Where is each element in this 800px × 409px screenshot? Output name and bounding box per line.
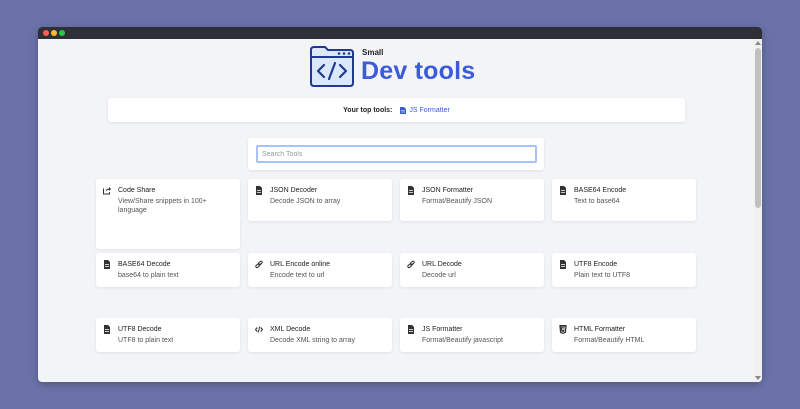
code-window-icon [310, 46, 354, 87]
tool-card-code-share[interactable]: Code Share View/Share snippets in 100+ l… [96, 179, 240, 249]
tool-description: Text to base64 [574, 198, 620, 205]
tool-card-js-formatter[interactable]: JS Formatter Format/Beautify javascript [400, 318, 544, 352]
tool-card-base64-decode[interactable]: BASE64 Decode base64 to plain text [96, 253, 240, 287]
close-window-button[interactable] [43, 30, 49, 36]
tool-card-utf8-encode[interactable]: UTF8 Encode Plain text to UTF8 [552, 253, 696, 287]
tool-description: Format/Beautify HTML [574, 337, 645, 344]
tool-card-url-decode[interactable]: URL Decode Decode url [400, 253, 544, 287]
maximize-window-button[interactable] [59, 30, 65, 36]
logo-title: Dev tools [361, 57, 476, 85]
tool-description: UTF8 to plain text [118, 337, 174, 344]
tool-title: BASE64 Decode [118, 261, 171, 268]
tool-card-utf8-decode[interactable]: UTF8 Decode UTF8 to plain text [96, 318, 240, 352]
tool-card-url-encode[interactable]: URL Encode online Encode text to url [248, 253, 392, 287]
file-icon [104, 325, 110, 334]
minimize-window-button[interactable] [51, 30, 57, 36]
top-tools-label: Your top tools: [343, 106, 393, 114]
app-logo[interactable]: Small Dev tools [309, 45, 489, 89]
top-tools-bar: Your top tools: JS Formatter [108, 98, 685, 122]
tool-card-base64-encode[interactable]: BASE64 Encode Text to base64 [552, 179, 696, 221]
tool-title: BASE64 Encode [574, 187, 627, 194]
tool-title: Code Share [118, 187, 156, 194]
top-tool-link-js-formatter[interactable]: JS Formatter [400, 106, 450, 114]
search-input[interactable] [256, 145, 537, 163]
tool-description: Decode JSON to array [270, 198, 341, 205]
link-icon [255, 260, 263, 269]
tool-card-html-formatter[interactable]: HTML Formatter Format/Beautify HTML [552, 318, 696, 352]
file-icon [408, 325, 414, 334]
search-card [248, 138, 544, 170]
tool-description: Format/Beautify JSON [422, 198, 493, 205]
file-icon [560, 260, 566, 269]
tool-title: HTML Formatter [574, 326, 626, 333]
file-icon [400, 106, 407, 114]
tool-title: JSON Decoder [270, 187, 318, 194]
tool-description: Format/Beautify javascript [422, 337, 503, 344]
tool-title: XML Decode [270, 326, 311, 333]
tool-title: URL Decode [422, 261, 462, 268]
scrollbar-thumb[interactable] [755, 48, 761, 208]
tool-title: UTF8 Encode [574, 261, 618, 268]
tool-description: Decode XML string to array [270, 337, 355, 344]
tool-description: Decode url [422, 272, 456, 279]
share-icon [103, 187, 111, 195]
html5-icon [559, 325, 567, 334]
tool-title: URL Encode online [270, 261, 331, 268]
tool-description: Plain text to UTF8 [574, 272, 631, 279]
tool-title: JS Formatter [422, 326, 463, 333]
file-icon [560, 186, 566, 195]
tool-card-xml-decode[interactable]: XML Decode Decode XML string to array [248, 318, 392, 352]
file-icon [408, 186, 414, 195]
tool-description: base64 to plain text [118, 272, 179, 279]
link-icon [407, 260, 415, 269]
scroll-up-arrow[interactable] [755, 41, 761, 45]
file-icon [256, 186, 262, 195]
top-tool-link-label: JS Formatter [409, 106, 450, 114]
vertical-scrollbar[interactable] [754, 39, 762, 382]
file-icon [104, 260, 110, 269]
browser-window: Small Dev tools Your top tools: JS Forma… [38, 27, 762, 382]
window-titlebar [38, 27, 762, 39]
tool-description: Encode text to url [270, 272, 325, 279]
tool-title: UTF8 Decode [118, 326, 162, 333]
tool-title: JSON Formatter [422, 187, 473, 194]
tool-card-json-decoder[interactable]: JSON Decoder Decode JSON to array [248, 179, 392, 221]
scroll-down-arrow[interactable] [755, 376, 761, 380]
tool-description: View/Share snippets in 100+ language [118, 198, 207, 214]
code-icon [255, 326, 263, 333]
logo-small-label: Small [362, 48, 384, 57]
tool-card-json-formatter[interactable]: JSON Formatter Format/Beautify JSON [400, 179, 544, 221]
